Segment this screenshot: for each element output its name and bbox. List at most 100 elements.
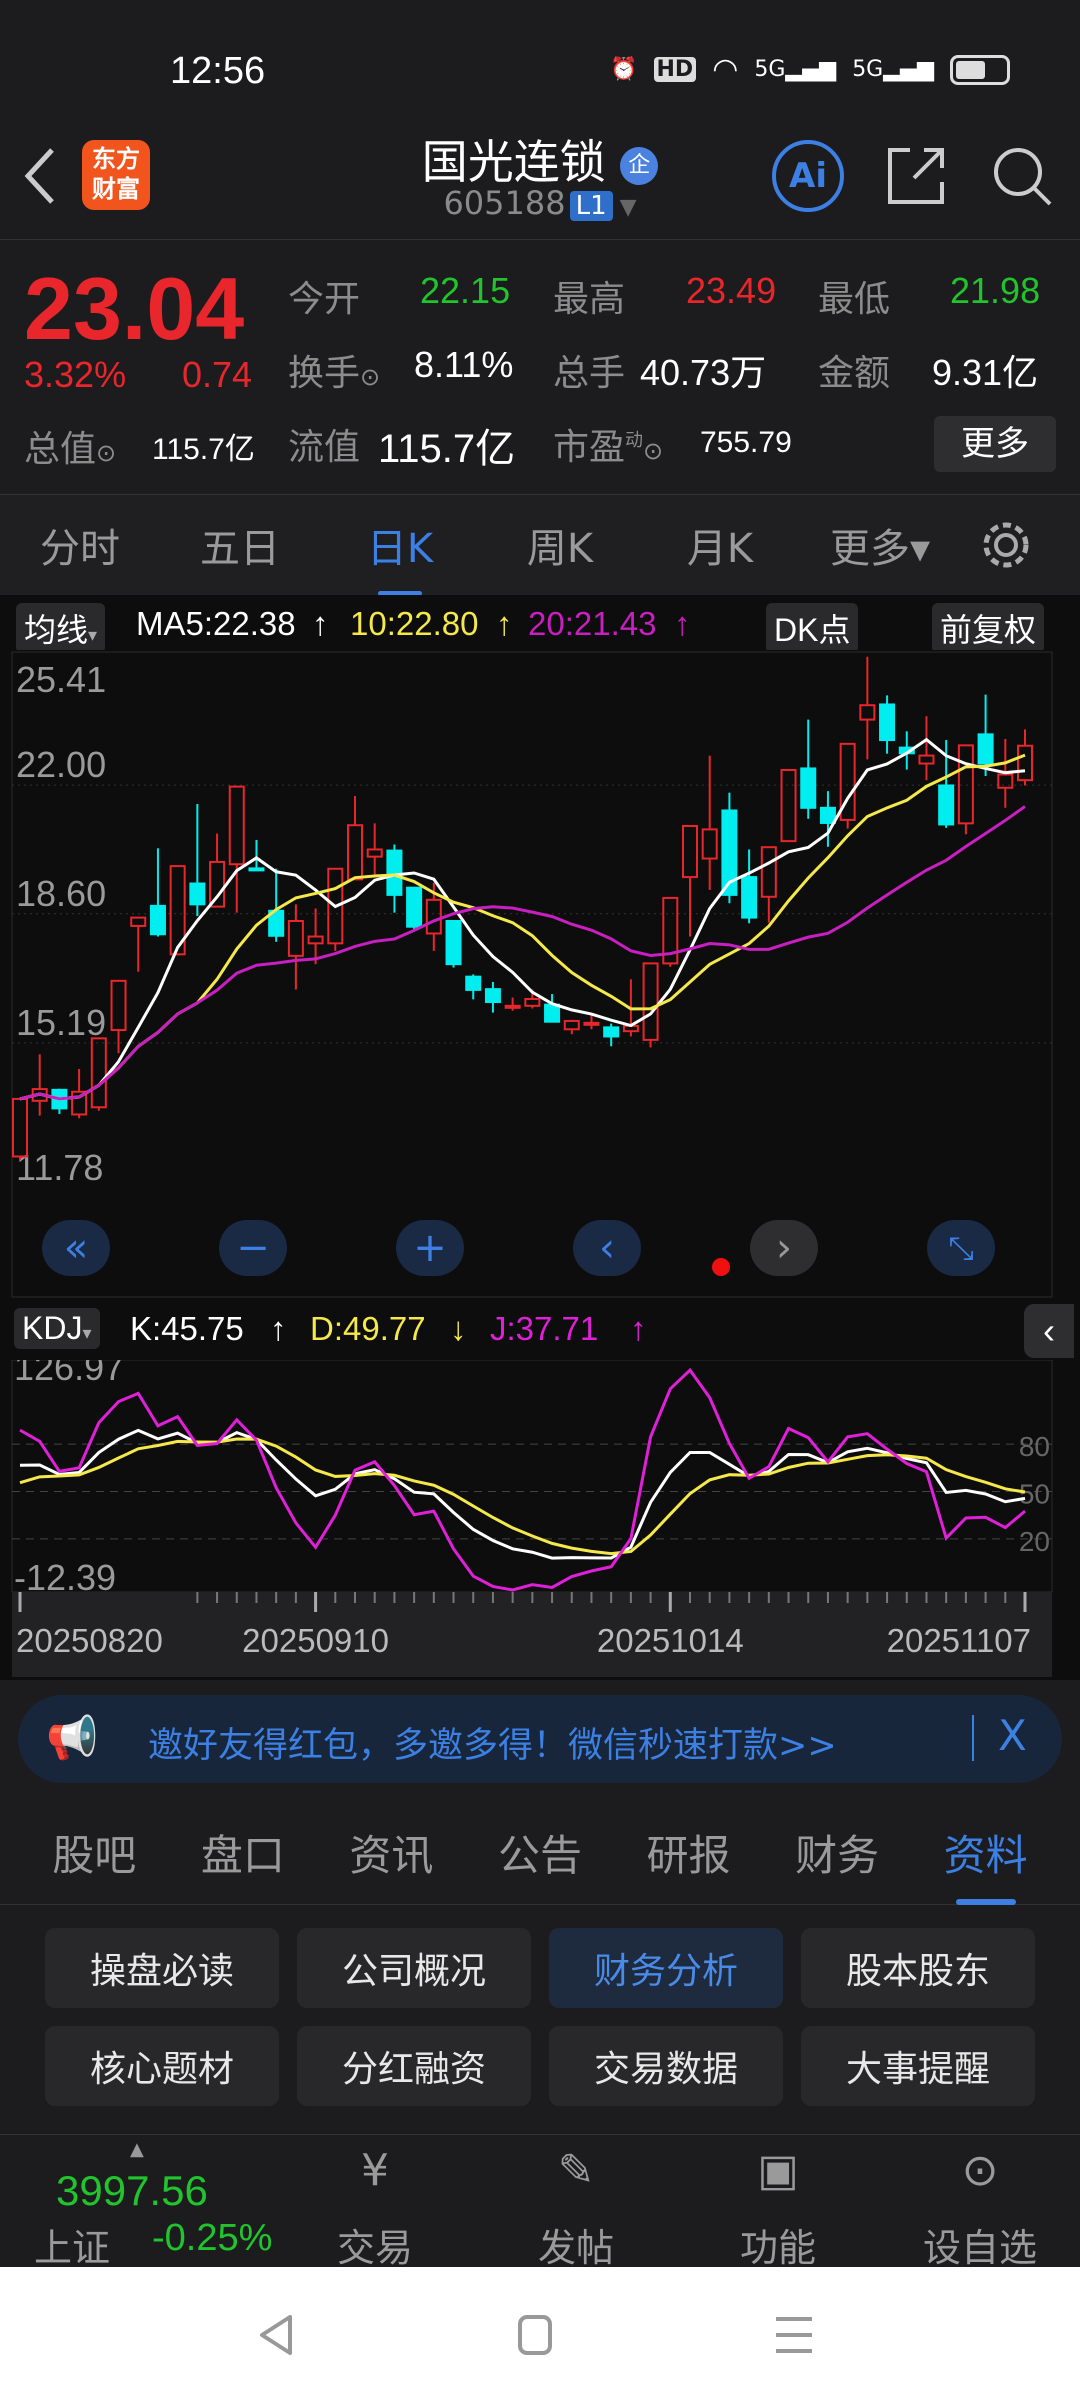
indicator-dot [712, 1258, 730, 1276]
rewind-button[interactable]: « [42, 1220, 110, 1276]
chart-nav: « − + ‹ › ⤡ [0, 1210, 1080, 1290]
functions-button[interactable]: ▣ 功能 [718, 2145, 838, 2272]
company-overview-button[interactable]: 公司概况 [297, 1928, 531, 2008]
kdj-svg: 80 50 20 126.97 -12.39 20250820 20250910 202510… [11, 1347, 1053, 1677]
trade-button[interactable]: ¥ 交易 [315, 2145, 435, 2272]
add-watchlist-button[interactable]: ⊙ 设自选 [920, 2145, 1040, 2272]
close-icon[interactable]: X [998, 1711, 1027, 1760]
candle-down [189, 882, 206, 906]
candle-up [366, 848, 383, 858]
zoom-out-button[interactable]: − [219, 1220, 287, 1276]
arrow-up-icon: ↑ [270, 1310, 287, 1347]
index-change: -0.25% [152, 2217, 273, 2259]
volume-label: 总手 [553, 353, 626, 394]
tab-daily-k[interactable]: 日K [320, 516, 480, 596]
candle-up [228, 785, 245, 866]
trading-guide-button[interactable]: 操盘必读 [45, 1928, 279, 2008]
ma5-value: MA5:22.38 [136, 605, 296, 642]
nav-menu-icon[interactable] [772, 2313, 816, 2357]
collapse-panel-button[interactable]: ‹ [1024, 1304, 1074, 1358]
low-value: 21.98 [950, 270, 1041, 311]
candle-down [879, 703, 896, 742]
gear-icon[interactable] [980, 519, 1032, 571]
arrow-up-icon: ↑ [630, 1310, 647, 1347]
ref-line-label: 50 [1019, 1479, 1050, 1510]
financial-analysis-button[interactable]: 财务分析 [549, 1928, 783, 2008]
banner-text[interactable]: 邀好友得红包，多邀多得！微信秒速打款>> [148, 1717, 837, 1768]
scroll-right-button[interactable]: › [750, 1220, 818, 1276]
mktcap-label: 总值⊙ [24, 429, 117, 470]
indicator-selector[interactable]: KDJ▾ [14, 1308, 100, 1349]
tab-news[interactable]: 资讯 [349, 1822, 433, 1883]
tab-forum[interactable]: 股吧 [52, 1822, 136, 1883]
d-line [19, 1437, 1026, 1556]
candle-up [287, 920, 304, 957]
info-icon: ⊙ [96, 439, 117, 467]
events-button[interactable]: 大事提醒 [801, 2026, 1035, 2106]
candle-up [682, 824, 698, 879]
ma20-value: 20:21.43 [528, 605, 657, 642]
post-button[interactable]: ✎ 发帖 [516, 2145, 636, 2272]
kdj-chart[interactable]: 80 50 20 126.97 -12.39 20250820 20250910 202510… [0, 1347, 1080, 1680]
scroll-left-button[interactable]: ‹ [573, 1220, 641, 1276]
quote-panel: 23.04 3.32% 0.74 今开 22.15 最高 23.49 最低 21… [0, 240, 1080, 495]
info-icon: ⊙ [643, 437, 664, 465]
tab-finance[interactable]: 财务 [795, 1822, 879, 1883]
tab-profile[interactable]: 资料 [944, 1822, 1028, 1905]
core-themes-button[interactable]: 核心题材 [45, 2026, 279, 2106]
float-value: 115.7亿 [378, 427, 516, 471]
period-tabs: 分时 五日 日K 周K 月K 更多▾ [0, 495, 1080, 596]
search-icon[interactable] [990, 144, 1054, 208]
candlestick-chart[interactable]: 25.41 22.00 18.60 15.19 11.78 « − + ‹ › ⤡ [0, 650, 1080, 1300]
candle-up [583, 1021, 600, 1026]
caret-up-icon: ▲ [130, 2139, 144, 2160]
y-tick-label: 25.41 [16, 659, 106, 700]
float-label: 流值 [288, 427, 361, 468]
y-tick-label: 22.00 [16, 744, 106, 785]
pe-label: 市盈动⊙ [553, 427, 664, 468]
open-label: 今开 [288, 279, 361, 320]
candle-up [1017, 744, 1033, 782]
y-tick-label: 18.60 [16, 873, 106, 914]
trading-data-button[interactable]: 交易数据 [549, 2026, 783, 2106]
adjust-button[interactable]: 前复权 [932, 603, 1045, 653]
tab-orderbook[interactable]: 盘口 [201, 1822, 285, 1883]
ai-button[interactable]: Ai [772, 140, 844, 212]
low-label: 最低 [818, 279, 891, 320]
tab-weekly-k[interactable]: 周K [480, 516, 640, 574]
tab-research[interactable]: 研报 [647, 1822, 731, 1883]
candle-up [563, 1019, 580, 1031]
ref-line-label: 20 [1019, 1526, 1050, 1557]
volume-value: 40.73万 [640, 352, 767, 393]
ma-selector[interactable]: 均线▾ [16, 603, 106, 653]
kdj-tick-label: -12.39 [14, 1557, 116, 1598]
nav-back-icon[interactable] [256, 2313, 296, 2357]
tab-monthly-k[interactable]: 月K [640, 516, 800, 574]
fullscreen-button[interactable]: ⤡ [927, 1220, 995, 1276]
more-button[interactable]: 更多 [934, 416, 1056, 472]
candle-down [741, 876, 758, 919]
ref-line-label: 80 [1019, 1431, 1050, 1462]
shareholders-button[interactable]: 股本股东 [801, 1928, 1035, 2008]
profile-buttons: 操盘必读 公司概况 财务分析 股本股东 核心题材 分红融资 交易数据 大事提醒 [45, 1928, 1035, 2106]
change-pct: 3.32% [24, 354, 127, 395]
zoom-in-button[interactable]: + [396, 1220, 464, 1276]
dividends-button[interactable]: 分红融资 [297, 2026, 531, 2106]
tab-intraday[interactable]: 分时 [0, 516, 160, 574]
candle-down [800, 767, 817, 809]
nav-home-icon[interactable] [516, 2313, 556, 2357]
kdj-tick-label: 126.97 [14, 1360, 124, 1388]
tab-five-day[interactable]: 五日 [160, 516, 320, 574]
mktcap-value: 115.7亿 [152, 433, 255, 466]
tab-announcements[interactable]: 公告 [498, 1822, 582, 1883]
alarm-icon: ⏰ [610, 57, 638, 82]
promo-banner[interactable]: 📢 邀好友得红包，多邀多得！微信秒速打款>> X [18, 1695, 1062, 1783]
arrow-down-icon: ↓ [450, 1310, 467, 1347]
candle-down [484, 988, 501, 1004]
dk-point-button[interactable]: DK点 [766, 603, 859, 653]
share-icon[interactable] [884, 144, 948, 208]
arrow-up-icon: ↑ [312, 605, 329, 642]
candle-up [110, 979, 127, 1032]
tab-more[interactable]: 更多▾ [800, 516, 960, 574]
index-value[interactable]: 3997.56 [56, 2167, 208, 2215]
